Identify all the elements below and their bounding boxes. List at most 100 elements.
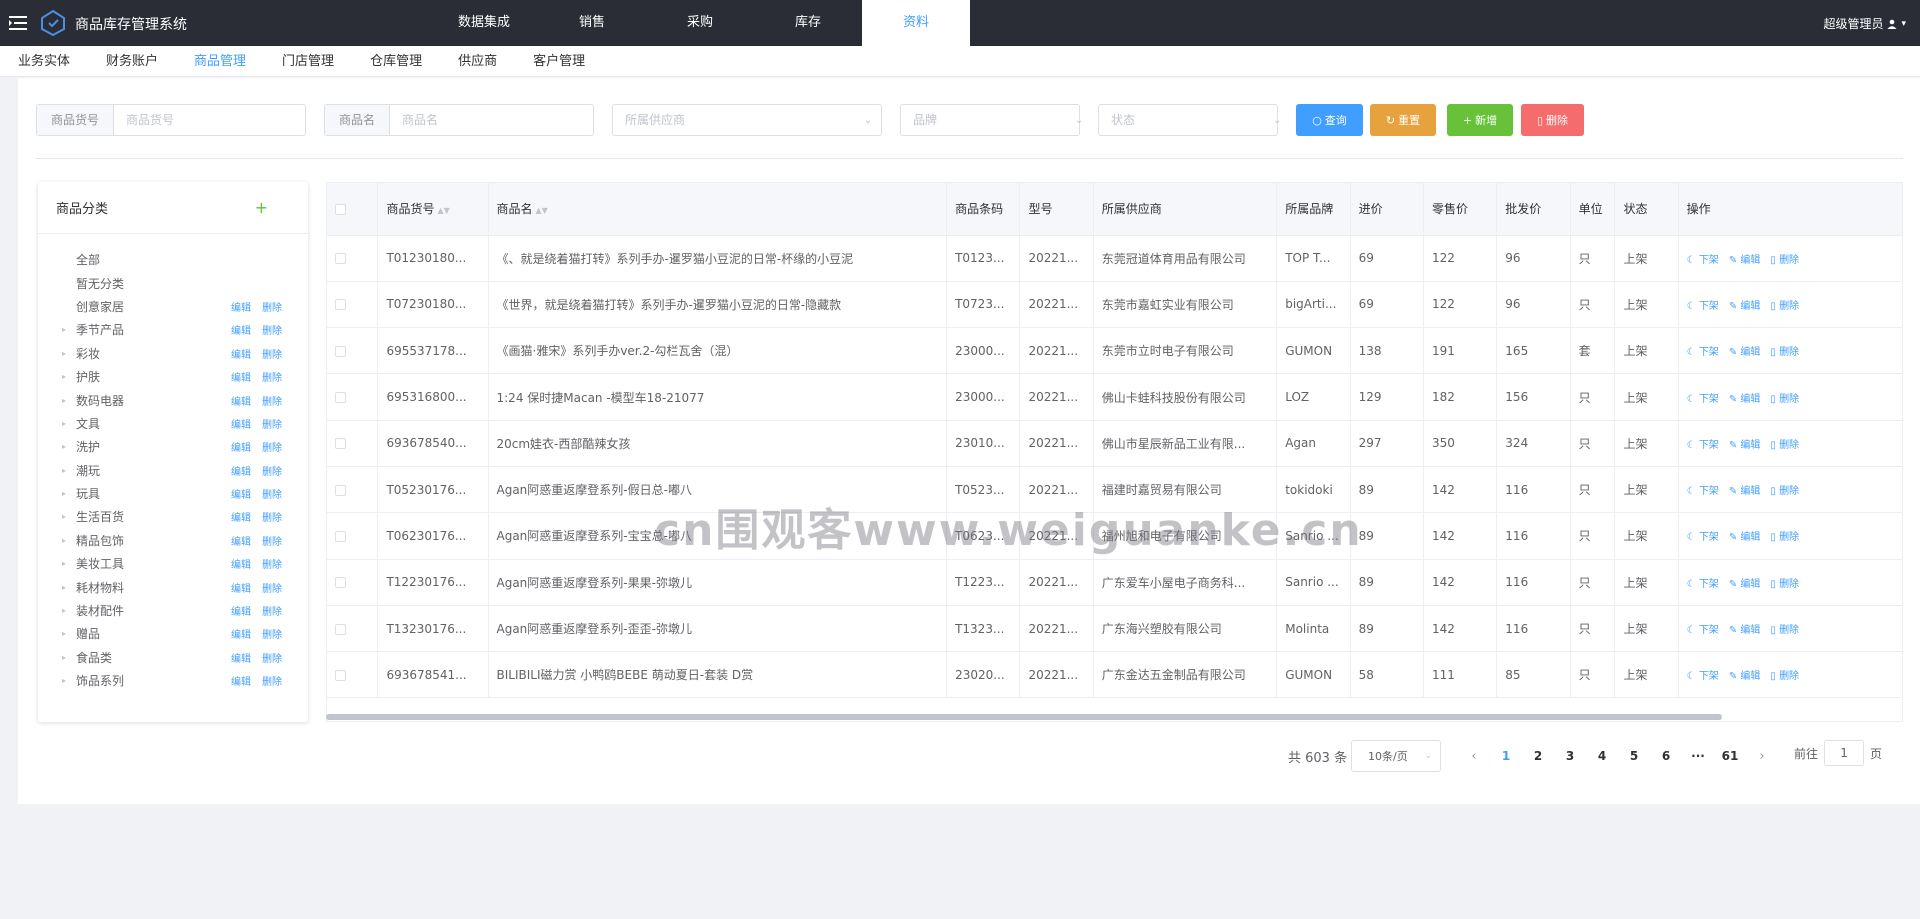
caret-right-icon[interactable]: ▸ [62, 442, 74, 451]
row-checkbox[interactable] [335, 577, 346, 589]
category-edit-link[interactable]: 编辑 [231, 299, 251, 314]
edit-link[interactable]: ✎ 编辑 [1729, 667, 1761, 682]
edit-link[interactable]: ✎ 编辑 [1729, 297, 1761, 312]
edit-link[interactable]: ✎ 编辑 [1729, 251, 1761, 266]
page-number[interactable]: 2 [1522, 749, 1554, 763]
header-product-code[interactable]: 商品货号 ▲▼ [377, 183, 489, 236]
supplier-select[interactable]: ⌄ [612, 104, 882, 136]
status-select-input[interactable] [1099, 105, 1273, 135]
category-item[interactable]: 创意家居 编辑 删除 [38, 295, 308, 318]
page-number[interactable]: 6 [1650, 749, 1682, 763]
caret-right-icon[interactable]: ▸ [62, 606, 74, 615]
edit-link[interactable]: ✎ 编辑 [1729, 436, 1761, 451]
category-item[interactable]: ▸ 饰品系列 编辑 删除 [38, 669, 308, 692]
category-item[interactable]: ▸ 护肤 编辑 删除 [38, 365, 308, 388]
caret-right-icon[interactable]: ▸ [62, 325, 74, 334]
caret-right-icon[interactable]: ▸ [62, 349, 74, 358]
caret-right-icon[interactable]: ▸ [62, 372, 74, 381]
category-item[interactable]: ▸ 赠品 编辑 删除 [38, 622, 308, 645]
page-number[interactable]: 4 [1586, 749, 1618, 763]
table-row[interactable]: T13230176... Agan阿惑重返摩登系列-歪歪-弥墩儿 T1323... 2… [327, 605, 1902, 653]
page-number[interactable]: 1 [1490, 749, 1522, 763]
category-edit-link[interactable]: 编辑 [231, 580, 251, 595]
delete-link[interactable]: ▯ 删除 [1770, 482, 1799, 497]
category-delete-link[interactable]: 删除 [262, 486, 282, 501]
category-item[interactable]: ▸ 数码电器 编辑 删除 [38, 388, 308, 411]
off-shelf-link[interactable]: ☾ 下架 [1687, 575, 1719, 590]
category-edit-link[interactable]: 编辑 [231, 673, 251, 688]
category-edit-link[interactable]: 编辑 [231, 369, 251, 384]
delete-link[interactable]: ▯ 删除 [1770, 621, 1799, 636]
page-number[interactable]: 5 [1618, 749, 1650, 763]
edit-link[interactable]: ✎ 编辑 [1729, 482, 1761, 497]
table-row[interactable]: 693678540... 20cm娃衣-西部酷辣女孩 23010... 20221..… [327, 420, 1902, 467]
category-edit-link[interactable]: 编辑 [231, 533, 251, 548]
category-item[interactable]: 全部 [38, 248, 308, 271]
tab-supplier[interactable]: 供应商 [458, 46, 497, 76]
tab-product-management[interactable]: 商品管理 [194, 46, 246, 76]
category-item[interactable]: ▸ 彩妆 编辑 删除 [38, 342, 308, 365]
reset-button[interactable]: ↻ 重置 [1370, 104, 1436, 136]
status-select[interactable]: ⌄ [1098, 104, 1281, 136]
caret-right-icon[interactable]: ▸ [62, 489, 74, 498]
edit-link[interactable]: ✎ 编辑 [1729, 528, 1761, 543]
category-item[interactable]: ▸ 文具 编辑 删除 [38, 412, 308, 435]
category-item[interactable]: ▸ 精品包饰 编辑 删除 [38, 529, 308, 552]
prev-page-icon[interactable]: ‹ [1458, 749, 1490, 764]
sort-icon[interactable]: ▲▼ [536, 206, 548, 215]
caret-right-icon[interactable]: ▸ [62, 419, 74, 428]
next-page-icon[interactable]: › [1746, 749, 1778, 764]
category-edit-link[interactable]: 编辑 [231, 650, 251, 665]
category-delete-link[interactable]: 删除 [262, 556, 282, 571]
nav-item-purchase[interactable]: 采购 [646, 0, 754, 46]
horizontal-scrollbar[interactable] [326, 714, 1722, 720]
row-checkbox[interactable] [335, 530, 346, 542]
tab-store-management[interactable]: 门店管理 [282, 46, 334, 76]
delete-link[interactable]: ▯ 删除 [1770, 343, 1799, 358]
category-delete-link[interactable]: 删除 [262, 626, 282, 641]
category-edit-link[interactable]: 编辑 [231, 393, 251, 408]
category-item[interactable]: ▸ 洗护 编辑 删除 [38, 435, 308, 458]
category-item[interactable]: ▸ 季节产品 编辑 删除 [38, 318, 308, 341]
category-delete-link[interactable]: 删除 [262, 463, 282, 478]
category-delete-link[interactable]: 删除 [262, 673, 282, 688]
row-checkbox[interactable] [335, 345, 346, 357]
select-all-checkbox[interactable] [335, 203, 346, 215]
row-checkbox[interactable] [335, 392, 346, 404]
category-item[interactable]: ▸ 食品类 编辑 删除 [38, 646, 308, 669]
category-delete-link[interactable]: 删除 [262, 650, 282, 665]
category-edit-link[interactable]: 编辑 [231, 416, 251, 431]
sort-icon[interactable]: ▲▼ [437, 206, 449, 215]
page-size-select[interactable]: 10条/页 ⌄ [1351, 740, 1441, 772]
category-delete-link[interactable]: 删除 [262, 416, 282, 431]
table-row[interactable]: 695537178... 《画猫·雅宋》系列手办ver.2-勾栏瓦舍（混） 2300… [327, 327, 1902, 375]
caret-right-icon[interactable]: ▸ [62, 583, 74, 592]
category-edit-link[interactable]: 编辑 [231, 322, 251, 337]
edit-link[interactable]: ✎ 编辑 [1729, 621, 1761, 636]
row-checkbox[interactable] [335, 438, 346, 450]
off-shelf-link[interactable]: ☾ 下架 [1687, 251, 1719, 266]
category-delete-link[interactable]: 删除 [262, 439, 282, 454]
nav-item-sales[interactable]: 销售 [538, 0, 646, 46]
category-edit-link[interactable]: 编辑 [231, 346, 251, 361]
delete-link[interactable]: ▯ 删除 [1770, 297, 1799, 312]
product-name-input[interactable] [390, 105, 593, 135]
tab-business-entity[interactable]: 业务实体 [18, 46, 70, 76]
edit-link[interactable]: ✎ 编辑 [1729, 390, 1761, 405]
category-delete-link[interactable]: 删除 [262, 346, 282, 361]
tab-customer-management[interactable]: 客户管理 [533, 46, 585, 76]
page-number[interactable]: 3 [1554, 749, 1586, 763]
table-row[interactable]: T01230180... 《、就是绕着猫打转》系列手办-暹罗猫小豆泥的日常-杯缘的… [327, 235, 1902, 282]
off-shelf-link[interactable]: ☾ 下架 [1687, 667, 1719, 682]
page-number[interactable]: 61 [1714, 749, 1746, 763]
caret-right-icon[interactable]: ▸ [62, 536, 74, 545]
table-row[interactable]: T12230176... Agan阿惑重返摩登系列-果果-弥墩儿 T1223... 2… [327, 559, 1902, 606]
category-edit-link[interactable]: 编辑 [231, 439, 251, 454]
caret-right-icon[interactable]: ▸ [62, 653, 74, 662]
category-item[interactable]: ▸ 玩具 编辑 删除 [38, 482, 308, 505]
goto-page-input[interactable]: 1 [1824, 740, 1865, 766]
row-checkbox[interactable] [335, 299, 346, 311]
delete-button[interactable]: ▯ 删除 [1521, 104, 1584, 136]
caret-right-icon[interactable]: ▸ [62, 396, 74, 405]
edit-link[interactable]: ✎ 编辑 [1729, 575, 1761, 590]
